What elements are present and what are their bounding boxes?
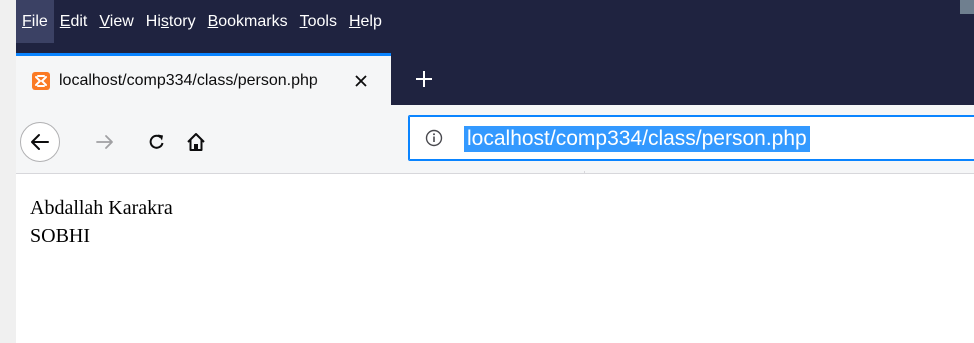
new-tab-plus-icon[interactable] xyxy=(406,61,442,97)
menu-help-accel: H xyxy=(348,13,361,30)
tab-title: localhost/comp334/class/person.php xyxy=(59,71,318,89)
home-icon[interactable] xyxy=(182,128,210,156)
menu-edit-rest: dit xyxy=(70,13,88,30)
menu-tools[interactable]: Tools xyxy=(294,0,343,43)
browser-window: File Edit View History Bookmarks Tools H… xyxy=(16,0,974,343)
menu-view-accel: V xyxy=(99,13,110,30)
xampp-favicon-icon xyxy=(32,71,50,90)
menu-tools-accel: T xyxy=(299,13,308,30)
menu-bookmarks[interactable]: Bookmarks xyxy=(202,0,294,43)
menu-edit-accel: E xyxy=(59,13,71,30)
tab-active[interactable]: localhost/comp334/class/person.php xyxy=(16,53,391,105)
menu-history-rest: tory xyxy=(168,13,196,30)
page-content: Abdallah Karakra SOBHI xyxy=(16,174,974,343)
info-icon[interactable] xyxy=(423,127,445,149)
page-text-line-1: Abdallah Karakra xyxy=(30,197,173,219)
menu-bookmarks-accel: B xyxy=(207,13,219,30)
menu-help-rest: elp xyxy=(360,13,382,30)
menu-help[interactable]: Help xyxy=(343,0,388,43)
page-text-line-2: SOBHI xyxy=(30,225,91,247)
tab-strip: localhost/comp334/class/person.php xyxy=(16,43,974,105)
tab-close-icon[interactable] xyxy=(349,69,373,93)
corner-badge xyxy=(960,0,974,14)
menu-bar: File Edit View History Bookmarks Tools H… xyxy=(16,0,974,43)
menu-file-accel: F xyxy=(22,13,32,30)
url-text[interactable]: localhost/comp334/class/person.php xyxy=(464,126,810,152)
menu-history-pre: Hi xyxy=(145,13,161,30)
forward-arrow-icon[interactable] xyxy=(91,128,119,156)
menu-view-rest: iew xyxy=(109,13,134,30)
url-bar[interactable]: localhost/comp334/class/person.php xyxy=(408,115,974,161)
menu-file-rest: ile xyxy=(31,13,48,30)
menu-edit[interactable]: Edit xyxy=(54,0,94,43)
menu-tools-rest: ools xyxy=(307,13,337,30)
menu-history[interactable]: History xyxy=(140,0,202,43)
back-arrow-icon[interactable] xyxy=(20,122,60,162)
menu-view[interactable]: View xyxy=(93,0,139,43)
menu-history-accel: s xyxy=(160,13,169,30)
menu-bookmarks-rest: ookmarks xyxy=(218,13,288,30)
menu-file[interactable]: File xyxy=(16,0,54,43)
reload-icon[interactable] xyxy=(143,128,171,156)
nav-bar: localhost/comp334/class/person.php xyxy=(16,105,974,177)
desktop-edge xyxy=(0,0,16,343)
